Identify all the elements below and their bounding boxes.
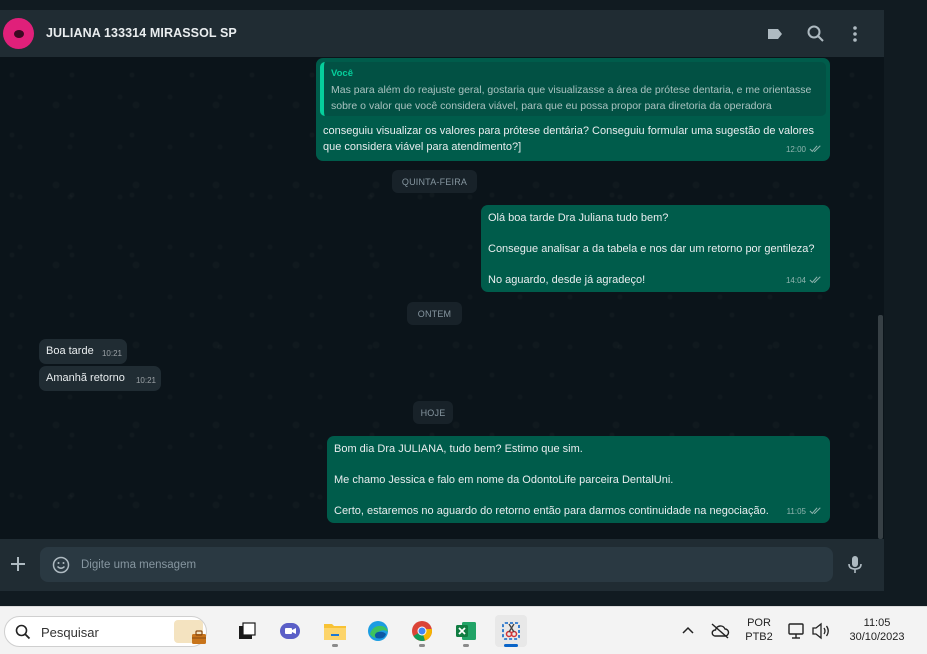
double-check-icon xyxy=(809,507,821,515)
cloud-offline-icon[interactable] xyxy=(710,622,730,640)
outgoing-message[interactable]: Olá boa tarde Dra Juliana tudo bem? Cons… xyxy=(481,205,830,292)
message-text: Bom dia Dra JULIANA, tudo bem? Estimo qu… xyxy=(334,442,769,520)
date-separator: QUINTA-FEIRA xyxy=(392,170,477,193)
chat-messages-area[interactable]: Você Mas para além do reajuste geral, go… xyxy=(0,57,884,539)
search-label: Pesquisar xyxy=(41,625,99,640)
message-input[interactable] xyxy=(81,547,781,582)
quoted-message[interactable]: Você Mas para além do reajuste geral, go… xyxy=(320,62,826,116)
chat-scrollbar[interactable] xyxy=(878,315,883,539)
search-icon xyxy=(15,624,31,640)
running-indicator xyxy=(332,644,338,647)
running-indicator xyxy=(504,644,518,647)
message-input-box[interactable] xyxy=(40,547,833,582)
window-top-strip xyxy=(0,0,927,10)
clock[interactable]: 11:05 30/10/2023 xyxy=(842,616,912,644)
excel-icon[interactable] xyxy=(450,615,482,647)
message-composer xyxy=(0,539,884,591)
time-text: 11:05 xyxy=(786,506,806,516)
message-time: 10:21 xyxy=(135,375,156,385)
message-line: Certo, estaremos no aguardo do retorno e… xyxy=(334,505,769,517)
quote-line: sobre o valor que você considera viável,… xyxy=(331,99,772,112)
message-text: Olá boa tarde Dra Juliana tudo bem? Cons… xyxy=(488,211,815,289)
contact-name[interactable]: JULIANA 133314 MIRASSOL SP xyxy=(46,26,237,40)
message-line: Olá boa tarde Dra Juliana tudo bem? xyxy=(488,212,669,224)
chevron-up-icon[interactable] xyxy=(681,624,695,638)
running-indicator xyxy=(463,644,469,647)
display-icon[interactable] xyxy=(787,621,807,641)
date-separator-label: HOJE xyxy=(420,407,446,418)
message-text: Boa tarde xyxy=(46,345,94,357)
double-check-icon xyxy=(809,145,821,153)
menu-icon[interactable] xyxy=(845,24,865,44)
chrome-icon[interactable] xyxy=(406,615,438,647)
file-explorer-icon[interactable] xyxy=(319,615,351,647)
message-line: No aguardo, desde já agradeço! xyxy=(488,274,646,286)
search-icon[interactable] xyxy=(806,24,826,44)
time-text: 12:00 xyxy=(785,144,806,154)
incoming-message[interactable]: Boa tarde 10:21 xyxy=(39,339,127,364)
volume-icon[interactable] xyxy=(811,622,831,640)
task-view-icon[interactable] xyxy=(231,615,263,647)
message-text: conseguiu visualizar os valores para pró… xyxy=(323,124,814,155)
language-line: POR xyxy=(747,617,771,629)
language-indicator[interactable]: POR PTB2 xyxy=(742,616,776,644)
outgoing-message[interactable]: Você Mas para além do reajuste geral, go… xyxy=(316,58,830,161)
date-separator: ONTEM xyxy=(407,302,462,325)
incoming-message[interactable]: Amanhã retorno 10:21 xyxy=(39,366,161,391)
desktop-background xyxy=(884,0,927,606)
plus-icon[interactable] xyxy=(9,555,27,573)
windows-taskbar: Pesquisar POR PTB2 11:05 30/10/2023 xyxy=(0,606,927,654)
message-time: 10:21 xyxy=(101,348,122,358)
quote-author: Você xyxy=(331,68,354,79)
language-line: PTB2 xyxy=(745,631,773,643)
message-text: Amanhã retorno xyxy=(46,372,125,384)
quote-line: Mas para além do reajuste geral, gostari… xyxy=(331,83,812,96)
quote-text: Mas para além do reajuste geral, gostari… xyxy=(331,82,819,114)
clock-time: 11:05 xyxy=(863,617,891,629)
label-icon[interactable] xyxy=(765,24,785,44)
search-highlight-icon xyxy=(174,620,206,644)
date-separator: HOJE xyxy=(413,401,453,424)
date-separator-label: ONTEM xyxy=(417,308,452,319)
message-time: 14:04 xyxy=(786,273,822,289)
window-bottom-strip xyxy=(0,591,927,606)
message-line: conseguiu visualizar os valores para pró… xyxy=(323,125,814,137)
chat-header[interactable]: JULIANA 133314 MIRASSOL SP xyxy=(0,10,884,57)
message-time: 11:05 xyxy=(787,504,822,520)
message-line: que considera viável para atendimento?] xyxy=(323,140,522,153)
message-line: Consegue analisar a da tabela e nos dar … xyxy=(488,243,815,255)
contact-avatar[interactable] xyxy=(3,18,34,49)
message-time: 12:00 xyxy=(786,142,822,158)
edge-icon[interactable] xyxy=(362,615,394,647)
mic-icon[interactable] xyxy=(847,555,863,575)
taskbar-search[interactable]: Pesquisar xyxy=(4,616,207,647)
time-text: 14:04 xyxy=(785,275,806,285)
message-line: Bom dia Dra JULIANA, tudo bem? Estimo qu… xyxy=(334,443,583,455)
clock-date: 30/10/2023 xyxy=(849,631,905,643)
double-check-icon xyxy=(809,276,821,284)
outgoing-message[interactable]: Bom dia Dra JULIANA, tudo bem? Estimo qu… xyxy=(327,436,830,523)
running-indicator xyxy=(419,644,425,647)
teams-chat-icon[interactable] xyxy=(274,615,306,647)
emoji-icon[interactable] xyxy=(52,556,70,574)
date-separator-label: QUINTA-FEIRA xyxy=(401,176,468,187)
message-line: Me chamo Jessica e falo em nome da Odont… xyxy=(334,474,674,486)
snipping-tool-icon[interactable] xyxy=(495,615,527,647)
